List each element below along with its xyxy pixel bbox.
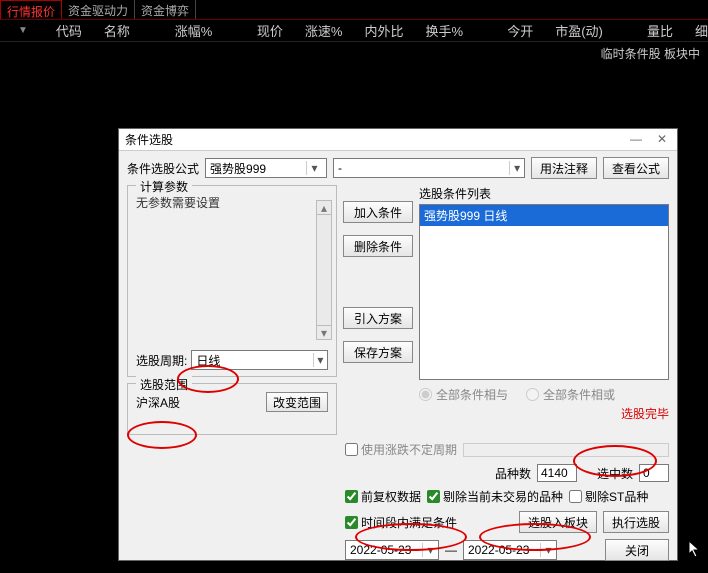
delete-condition-button[interactable]: 删除条件 (343, 235, 413, 257)
scrollbar[interactable]: ▴ ▾ (316, 200, 332, 340)
date-separator: — (445, 543, 457, 557)
col-change[interactable]: 涨幅% (175, 21, 213, 40)
add-condition-button[interactable]: 加入条件 (343, 201, 413, 223)
condition-listbox[interactable]: 强势股999 日线 (419, 204, 669, 380)
top-tabs: 行情报价 资金驱动力 资金博弈 (0, 0, 708, 20)
scope-fieldset: 选股范围 沪深A股 改变范围 (127, 383, 337, 435)
change-scope-button[interactable]: 改变范围 (266, 392, 328, 412)
period-combo[interactable]: ▾ (191, 350, 328, 370)
list-item[interactable]: 强势股999 日线 (420, 205, 668, 226)
col-price[interactable]: 现价 (257, 21, 283, 40)
status-line: 临时条件股 板块中 (0, 42, 708, 65)
date-from-combo[interactable]: ▾ (345, 540, 439, 560)
variety-count-label: 品种数 (495, 465, 531, 482)
import-plan-button[interactable]: 引入方案 (343, 307, 413, 329)
tab-quotes[interactable]: 行情报价 (0, 0, 62, 19)
usage-button[interactable]: 用法注释 (531, 157, 597, 179)
chevron-down-icon[interactable]: ▾ (422, 543, 438, 557)
scope-value: 沪深A股 (136, 394, 180, 411)
cursor-icon (688, 540, 704, 560)
tab-capital-game[interactable]: 资金博弈 (135, 0, 196, 19)
chevron-down-icon[interactable]: ▾ (306, 161, 322, 175)
execute-button[interactable]: 执行选股 (603, 511, 669, 533)
formula-suffix-input[interactable] (334, 159, 509, 177)
selected-count-label: 选中数 (597, 465, 633, 482)
chevron-down-icon[interactable]: ▾ (540, 543, 556, 557)
no-params-text: 无参数需要设置 (136, 194, 328, 211)
col-speed[interactable]: 涨速% (305, 21, 343, 40)
radio-or: 全部条件相或 (526, 386, 615, 403)
col-inout[interactable]: 内外比 (364, 21, 403, 40)
formula-combo[interactable]: ▾ (205, 158, 327, 178)
col-volratio[interactable]: 量比 (647, 21, 673, 40)
radio-and: 全部条件相与 (419, 386, 508, 403)
fq-check[interactable]: 前复权数据 (345, 488, 421, 505)
column-header: ▼ 代码 名称 涨幅% 现价 涨速% 内外比 换手% 今开 市盈(动) 量比 细 (0, 20, 708, 42)
condition-stock-dialog: 条件选股 — ✕ 条件选股公式 ▾ ▾ 用法注释 查看公式 计算参数 无参数需 (118, 128, 678, 561)
save-plan-button[interactable]: 保存方案 (343, 341, 413, 363)
use-undetermined-check[interactable]: 使用涨跌不定周期 (345, 441, 457, 458)
col-pe[interactable]: 市盈(动) (555, 21, 603, 40)
col-name[interactable]: 名称 (104, 21, 130, 40)
view-formula-button[interactable]: 查看公式 (603, 157, 669, 179)
date-to-input[interactable] (464, 541, 540, 559)
selection-done-text: 选股完毕 (419, 405, 669, 422)
minimize-icon[interactable]: — (623, 129, 649, 149)
variety-count-value (537, 464, 577, 482)
remove-nontrade-check[interactable]: 剔除当前未交易的品种 (427, 488, 563, 505)
tab-capital-drive[interactable]: 资金驱动力 (62, 0, 135, 19)
formula-label: 条件选股公式 (127, 160, 199, 177)
col-turnover[interactable]: 换手% (425, 21, 463, 40)
selected-count-value (639, 464, 669, 482)
formula-suffix-combo[interactable]: ▾ (333, 158, 525, 178)
condition-list-label: 选股条件列表 (419, 185, 669, 202)
calc-params-fieldset: 计算参数 无参数需要设置 ▴ ▾ 选股周期: ▾ (127, 185, 337, 377)
period-input[interactable] (192, 351, 312, 369)
dialog-title: 条件选股 (125, 131, 173, 148)
col-detail[interactable]: 细 (695, 21, 708, 40)
chevron-down-icon[interactable]: ▾ (313, 353, 327, 367)
time-range-check[interactable]: 时间段内满足条件 (345, 514, 457, 531)
calc-params-legend: 计算参数 (136, 178, 192, 195)
col-open[interactable]: 今开 (507, 21, 533, 40)
close-icon[interactable]: ✕ (649, 129, 675, 149)
period-label: 选股周期: (136, 352, 187, 369)
close-button[interactable]: 关闭 (605, 539, 669, 561)
scope-legend: 选股范围 (136, 376, 192, 393)
formula-input[interactable] (206, 159, 306, 177)
dialog-titlebar[interactable]: 条件选股 — ✕ (119, 129, 677, 151)
col-code[interactable]: 代码 (56, 21, 82, 40)
dropdown-indicator[interactable]: ▼ (18, 25, 28, 36)
progress-bar (463, 443, 669, 457)
into-block-button[interactable]: 选股入板块 (519, 511, 597, 533)
remove-st-check[interactable]: 剔除ST品种 (569, 488, 648, 505)
date-from-input[interactable] (346, 541, 422, 559)
chevron-down-icon[interactable]: ▾ (509, 161, 524, 175)
date-to-combo[interactable]: ▾ (463, 540, 557, 560)
